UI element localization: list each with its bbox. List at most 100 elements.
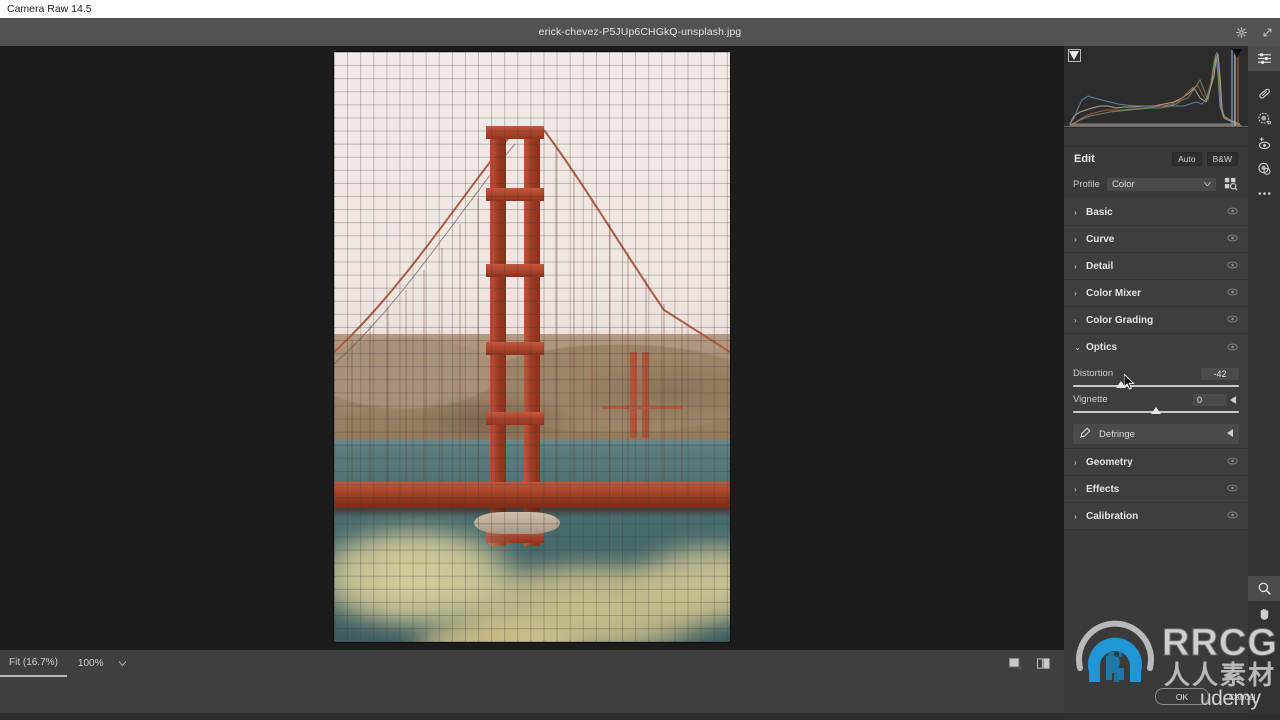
panel-divider [1064,128,1248,147]
edit-quick-buttons: Auto B&W [1172,151,1238,167]
slider-value[interactable]: 0 [1193,393,1227,406]
slider-vignette[interactable]: Vignette 0 [1073,393,1239,417]
section-detail[interactable]: › Detail [1064,253,1248,280]
section-calibration[interactable]: › Calibration [1064,503,1248,530]
gear-icon[interactable] [1228,18,1254,46]
chevron-right-icon: › [1074,457,1077,467]
section-curve[interactable]: › Curve [1064,226,1248,253]
slider-vignette-top: Vignette 0 [1073,393,1239,406]
defringe-label: Defringe [1099,428,1135,440]
masking-icon[interactable] [1248,106,1280,131]
photo-tower-crossbar-3 [486,264,544,277]
more-options-icon[interactable] [1248,181,1280,206]
section-color-grading[interactable]: › Color Grading [1064,307,1248,334]
slider-value[interactable]: -42 [1201,367,1239,380]
zoom-tool-icon[interactable] [1248,576,1280,601]
window-title-bar: Camera Raw 14.5 [0,0,1280,18]
adjust-sections: › Basic › Curve › Detail › Color Mixer ›… [1064,199,1248,530]
eye-icon[interactable] [1227,510,1238,522]
section-label: Geometry [1086,456,1133,468]
eye-icon[interactable] [1227,456,1238,468]
photo-tower-crossbar-2 [486,188,544,201]
window-title: Camera Raw 14.5 [7,3,92,15]
section-label: Detail [1086,260,1114,272]
chevron-down-icon [1203,181,1212,188]
highlight-clipping-indicator[interactable] [1232,49,1243,60]
slider-handle[interactable] [1151,407,1161,414]
healing-brush-icon[interactable] [1248,81,1280,106]
eye-icon[interactable] [1227,233,1238,245]
tool-rail-bottom [1248,576,1280,626]
optics-body: Distortion -42 Vignette 0 Defringe [1064,361,1248,449]
edit-header-row: Edit Auto B&W [1064,147,1248,171]
section-geometry[interactable]: › Geometry [1064,449,1248,476]
status-bar: Fit (16.7%) 100% [0,650,1064,677]
shadow-clipping-indicator[interactable] [1068,49,1081,62]
filename-label: erick-chevez-P5JUp6CHGkQ-unsplash.jpg [538,26,742,38]
eye-icon[interactable] [1227,483,1238,495]
profile-row: Profile Color [1064,173,1248,195]
dialog-buttons: OK Cancel [1155,688,1255,705]
mouse-cursor [1123,372,1135,393]
zoom-fit-button[interactable]: Fit (16.7%) [0,650,67,677]
photo-preview[interactable] [334,52,730,642]
image-canvas-area[interactable] [0,46,1064,650]
section-label: Color Mixer [1086,287,1142,299]
eye-icon[interactable] [1227,342,1238,354]
histogram[interactable] [1064,46,1248,128]
defringe-button[interactable]: Defringe [1073,424,1239,444]
tool-rail [1248,46,1280,720]
profile-select[interactable]: Color [1105,176,1217,192]
eye-icon[interactable] [1227,206,1238,218]
os-taskbar [0,713,1280,720]
header-icon-group [1228,18,1280,46]
page-title: Edit [1074,153,1095,165]
camera-raw-window: Camera Raw 14.5 erick-chevez-P5JUp6CHGkQ… [0,0,1280,720]
red-eye-icon[interactable] [1248,131,1280,156]
slider-track[interactable] [1073,381,1239,391]
chevron-down-icon: ⌄ [1074,342,1082,352]
expand-icon[interactable] [1254,18,1280,46]
edit-sliders-icon[interactable] [1248,46,1280,71]
section-label: Calibration [1086,510,1139,522]
chevron-right-icon: › [1074,234,1077,244]
section-basic[interactable]: › Basic [1064,199,1248,226]
section-label: Optics [1086,342,1118,353]
eye-icon[interactable] [1227,260,1238,272]
section-label: Basic [1086,206,1113,218]
slider-distortion[interactable]: Distortion -42 [1073,367,1239,391]
photo-tower-crossbar-1 [486,126,544,139]
before-after-view-icon[interactable] [1032,655,1054,673]
profile-value: Color [1111,178,1135,190]
section-color-mixer[interactable]: › Color Mixer [1064,280,1248,307]
eye-icon[interactable] [1227,314,1238,326]
defringe-caret-icon[interactable] [1227,429,1233,439]
zoom-level-button[interactable]: 100% [67,658,115,669]
hand-tool-icon[interactable] [1248,601,1280,626]
zoom-level-label: 100% [77,658,104,669]
slider-track[interactable] [1073,407,1239,417]
section-effects[interactable]: › Effects [1064,476,1248,503]
section-label: Color Grading [1086,314,1154,326]
section-optics[interactable]: ⌄ Optics [1064,334,1248,361]
eye-icon[interactable] [1227,287,1238,299]
presets-icon[interactable] [1248,156,1280,181]
chevron-down-icon[interactable] [114,661,130,666]
auto-button[interactable]: Auto [1172,151,1202,167]
chevron-right-icon: › [1074,511,1077,521]
acr-header: erick-chevez-P5JUp6CHGkQ-unsplash.jpg [0,18,1280,46]
histogram-curves [1064,50,1248,127]
slider-reset-icon[interactable] [1227,395,1239,404]
chevron-right-icon: › [1074,315,1077,325]
status-bar-view-modes [1004,655,1064,673]
chevron-right-icon: › [1074,288,1077,298]
chevron-right-icon: › [1074,261,1077,271]
single-view-icon[interactable] [1004,655,1026,673]
browse-profiles-icon[interactable] [1223,176,1239,192]
bw-button[interactable]: B&W [1206,151,1238,167]
photo-tower-crossbar-5 [486,412,544,425]
defringe-eyedropper-icon[interactable] [1079,427,1091,442]
ok-button[interactable]: OK [1155,688,1209,705]
chevron-right-icon: › [1074,484,1077,494]
cancel-button[interactable]: Cancel [1229,692,1255,702]
